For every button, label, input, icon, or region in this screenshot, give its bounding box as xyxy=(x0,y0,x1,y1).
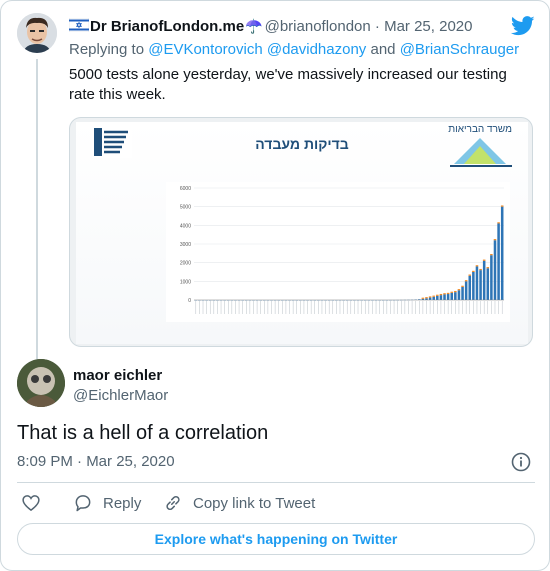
chart-bar xyxy=(468,275,472,300)
tweet-embed-card: Dr BrianofLondon.me☂️ @brianoflondon · Ma… xyxy=(0,0,550,571)
parent-tweet-text: 5000 tests alone yesterday, we've massiv… xyxy=(69,65,529,105)
chart-bar-cap xyxy=(468,274,472,276)
chart-bar-cap xyxy=(439,293,443,296)
chart-bar-cap xyxy=(490,254,493,256)
bar-chart: 0 1000 2000 3000 4000 5000 6000 xyxy=(166,182,510,322)
avatar-image xyxy=(17,13,57,53)
chart-bar-cap xyxy=(486,267,490,269)
chart-bar xyxy=(428,297,432,300)
avatar[interactable] xyxy=(17,359,65,407)
chart-bar xyxy=(475,266,479,300)
chart-bar-cap xyxy=(443,293,446,295)
chart-bar xyxy=(457,290,461,300)
chart-bar-cap xyxy=(464,280,468,282)
y-tick-label: 0 xyxy=(188,298,191,304)
display-name[interactable]: Dr BrianofLondon.me xyxy=(90,18,244,35)
chart-bar xyxy=(479,270,482,300)
tweet-media-image[interactable]: משרד הבריאות בדיקות מעבדה 0 1000 2000 3000 4… xyxy=(69,117,533,347)
chart-bar-cap xyxy=(497,222,500,224)
y-tick-label: 3000 xyxy=(180,242,191,248)
action-bar: Reply Copy link to Tweet xyxy=(17,492,535,514)
chart-bar xyxy=(461,286,464,300)
presentation-slide: משרד הבריאות בדיקות מעבדה 0 1000 2000 3000 4… xyxy=(76,122,528,344)
umbrella-icon: ☂️ xyxy=(245,18,263,34)
replying-to-line: Replying to @EVKontorovich @davidhazony … xyxy=(69,41,519,58)
chart-bar-cap xyxy=(425,297,428,299)
separator-dot: · xyxy=(374,18,380,35)
avatar-image xyxy=(17,359,65,407)
display-name[interactable]: maor eichler xyxy=(73,367,162,384)
chart-bar xyxy=(482,260,486,300)
y-tick-label: 4000 xyxy=(180,223,191,229)
copy-link-label: Copy link to Tweet xyxy=(193,494,316,512)
chart-bar-cap xyxy=(475,265,479,267)
chart-bar xyxy=(497,223,500,300)
mention-link[interactable]: @davidhazony xyxy=(267,41,366,58)
y-tick-label: 2000 xyxy=(180,261,191,267)
chart-bar-cap xyxy=(446,292,450,295)
tweet-text-line: rate this week. xyxy=(69,86,166,103)
reply-label: Reply xyxy=(103,494,142,512)
link-icon xyxy=(166,495,180,511)
thread-connector xyxy=(36,59,38,365)
info-icon[interactable] xyxy=(511,452,531,472)
y-tick-label: 6000 xyxy=(180,186,191,192)
chart-bar xyxy=(464,281,468,300)
chart-bar-cap xyxy=(457,289,461,291)
chart-bar xyxy=(472,272,475,300)
chart-bar xyxy=(493,240,497,300)
mention-link[interactable]: @BrianSchrauger xyxy=(400,41,519,58)
tweet-timestamp[interactable]: 8:09 PM · Mar 25, 2020 xyxy=(17,453,175,470)
replying-to-label: Replying to xyxy=(69,41,145,58)
heart-icon xyxy=(22,495,40,512)
tweet-date[interactable]: Mar 25, 2020 xyxy=(384,18,472,35)
mention-link[interactable]: @EVKontorovich xyxy=(148,41,262,58)
chart-bar xyxy=(436,295,439,300)
chart-bar-cap xyxy=(472,270,475,272)
chart-bar-cap xyxy=(482,259,486,261)
chart-bar xyxy=(450,292,453,300)
like-button[interactable] xyxy=(21,492,51,514)
chart-bar xyxy=(443,294,446,300)
chart-bar xyxy=(490,255,493,300)
avatar[interactable] xyxy=(17,13,57,53)
parent-tweet-header: Dr BrianofLondon.me☂️ @brianoflondon · Ma… xyxy=(69,17,472,36)
chart-bar xyxy=(454,292,457,300)
chart-bar xyxy=(446,294,450,300)
handle[interactable]: @EichlerMaor xyxy=(73,387,168,404)
israel-flag-icon xyxy=(69,18,89,32)
divider xyxy=(17,482,535,483)
tweet-text: That is a hell of a correlation xyxy=(17,422,269,444)
chart-bar xyxy=(439,295,443,300)
slide-title: בדיקות מעבדה xyxy=(255,136,349,152)
tweet-text-line: 5000 tests alone yesterday, we've massiv… xyxy=(69,66,507,83)
copy-link-button[interactable]: Copy link to Tweet xyxy=(163,492,315,514)
chart-bar xyxy=(500,206,504,300)
chart-bar-cap xyxy=(454,290,457,293)
chart-bar-cap xyxy=(500,205,504,207)
y-tick-label: 5000 xyxy=(180,205,191,211)
chart-bar-cap xyxy=(436,294,439,296)
twitter-bird-icon[interactable] xyxy=(511,16,535,36)
reply-button[interactable]: Reply xyxy=(73,492,141,514)
chart-bar xyxy=(432,296,435,300)
chart-bar-cap xyxy=(450,291,453,293)
y-tick-label: 1000 xyxy=(180,279,191,285)
chart-bar-cap xyxy=(421,297,425,299)
explore-twitter-button[interactable]: Explore what's happening on Twitter xyxy=(17,523,535,555)
chart-bar-cap xyxy=(461,285,464,287)
chart-canvas: 0 1000 2000 3000 4000 5000 6000 xyxy=(180,186,504,314)
chart-bar-cap xyxy=(479,268,482,271)
reply-bubble-icon xyxy=(75,495,91,512)
chart-bar xyxy=(486,268,490,300)
chart-bar-cap xyxy=(493,239,497,241)
chart-bar-cap xyxy=(428,296,432,298)
chart-bar-cap xyxy=(432,295,435,297)
handle[interactable]: @brianoflondon xyxy=(265,18,371,35)
joiner-text: and xyxy=(370,41,396,58)
